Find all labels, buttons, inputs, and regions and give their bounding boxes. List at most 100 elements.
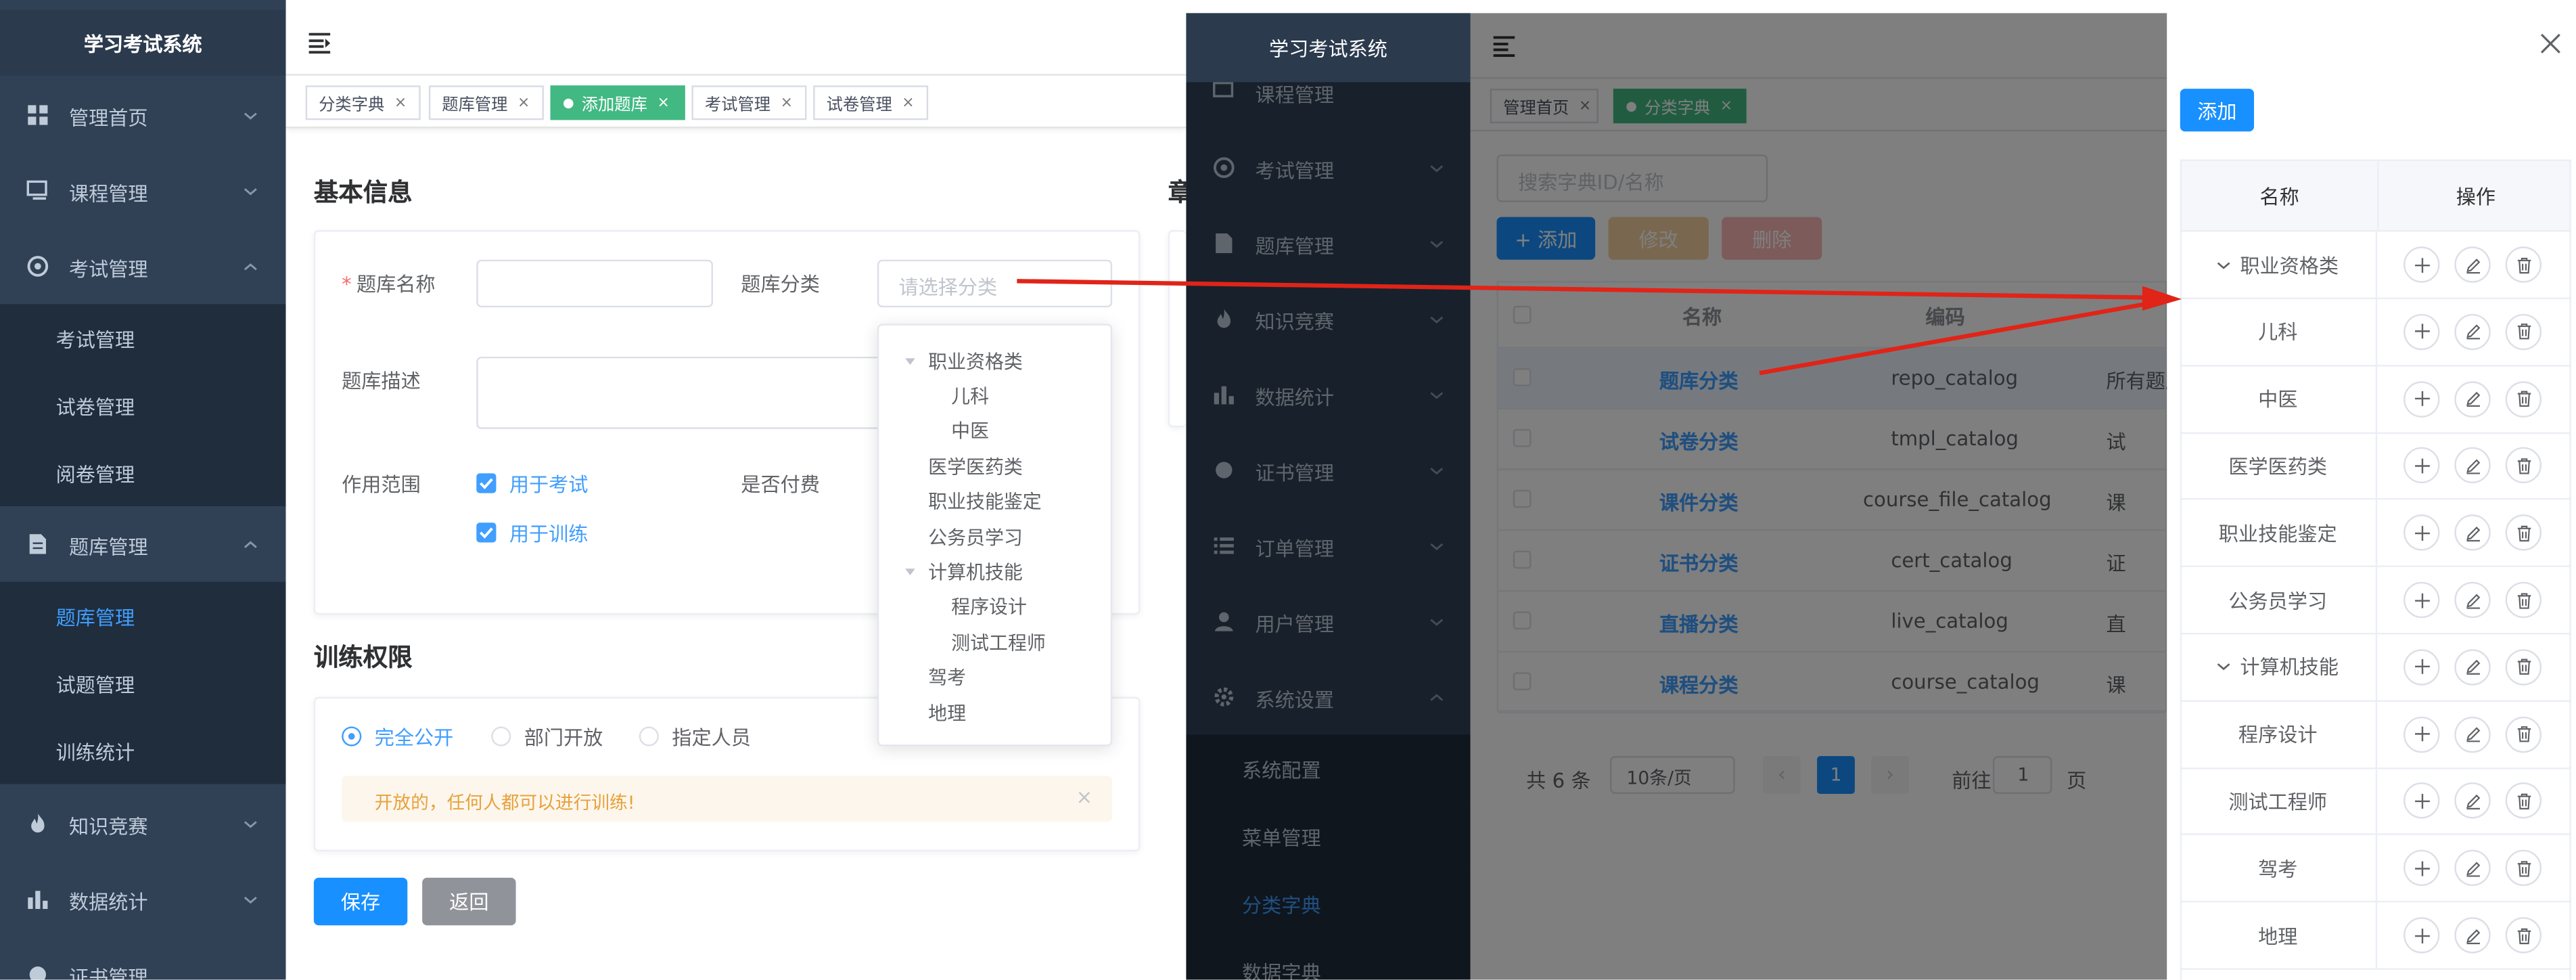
edit-button[interactable] bbox=[2454, 380, 2491, 417]
edit-button[interactable] bbox=[2454, 447, 2491, 484]
repo-name-input[interactable] bbox=[476, 259, 714, 308]
menu-item-dashboard[interactable]: 管理首页 bbox=[0, 77, 286, 153]
menu-item-stats[interactable]: 数据统计 bbox=[0, 862, 286, 937]
tree-row[interactable]: 驾考 bbox=[2180, 835, 2571, 903]
tab-exam-manage[interactable]: 考试管理 × bbox=[691, 85, 807, 120]
tree-row[interactable]: 地理 bbox=[2180, 902, 2571, 970]
dropdown-option[interactable]: 程序设计 bbox=[951, 594, 1027, 620]
tree-row[interactable]: 医学医药类 bbox=[2180, 432, 2571, 501]
dropdown-option[interactable]: 公务员学习 bbox=[928, 525, 1023, 551]
radio-department-label[interactable]: 部门开放 bbox=[524, 723, 603, 751]
close-icon[interactable]: × bbox=[1076, 786, 1092, 809]
tree-row[interactable]: 中医 bbox=[2180, 365, 2571, 434]
close-icon[interactable]: × bbox=[518, 95, 530, 111]
dropdown-option[interactable]: 计算机技能 bbox=[928, 559, 1023, 585]
dropdown-option[interactable]: 测试工程师 bbox=[951, 629, 1046, 656]
scope-train-checkbox[interactable] bbox=[476, 522, 497, 543]
add-child-button[interactable] bbox=[2404, 782, 2440, 820]
dropdown-option[interactable]: 驾考 bbox=[928, 664, 966, 690]
close-icon[interactable]: × bbox=[394, 95, 407, 111]
menu-item-exam[interactable]: 考试管理 bbox=[0, 229, 286, 305]
delete-button[interactable] bbox=[2505, 648, 2542, 686]
add-child-button[interactable] bbox=[2404, 447, 2440, 484]
close-icon[interactable]: × bbox=[781, 95, 793, 111]
scope-exam-label[interactable]: 用于考试 bbox=[509, 470, 589, 498]
add-child-button[interactable] bbox=[2404, 380, 2440, 417]
radio-department[interactable] bbox=[491, 726, 511, 747]
repo-category-select[interactable]: 请选择分类 bbox=[877, 259, 1113, 308]
add-child-button[interactable] bbox=[2404, 850, 2440, 887]
chevron-down-icon[interactable] bbox=[2217, 660, 2232, 675]
close-icon[interactable]: × bbox=[902, 95, 914, 111]
edit-button[interactable] bbox=[2454, 782, 2491, 820]
delete-button[interactable] bbox=[2505, 917, 2542, 954]
menu-item-course[interactable]: 课程管理 bbox=[0, 153, 286, 229]
tab-add-repo[interactable]: 添加题库 × bbox=[550, 85, 685, 120]
menu-item-contest[interactable]: 知识竞赛 bbox=[0, 786, 286, 862]
submenu-question-manage[interactable]: 试题管理 bbox=[0, 649, 286, 717]
close-icon[interactable]: × bbox=[657, 95, 669, 111]
add-child-button[interactable] bbox=[2404, 246, 2440, 283]
tree-row[interactable]: 计算机技能 bbox=[2180, 633, 2571, 702]
modal-overlay[interactable] bbox=[1186, 13, 2167, 980]
save-button[interactable]: 保存 bbox=[313, 877, 408, 926]
scope-train-label[interactable]: 用于训练 bbox=[509, 519, 589, 547]
add-child-button[interactable] bbox=[2404, 917, 2440, 954]
tree-row[interactable]: 儿科 bbox=[2180, 298, 2571, 367]
dropdown-option[interactable]: 医学医药类 bbox=[928, 453, 1023, 480]
dropdown-option[interactable]: 儿科 bbox=[951, 383, 989, 409]
tree-row[interactable]: 程序设计 bbox=[2180, 701, 2571, 769]
submenu-train-stats[interactable]: 训练统计 bbox=[0, 716, 286, 784]
tab-category-dict[interactable]: 分类字典× bbox=[305, 85, 421, 120]
dropdown-option[interactable]: 职业技能鉴定 bbox=[928, 488, 1042, 514]
radio-public-label[interactable]: 完全公开 bbox=[375, 723, 454, 751]
delete-button[interactable] bbox=[2505, 782, 2542, 820]
delete-button[interactable] bbox=[2505, 380, 2542, 417]
edit-button[interactable] bbox=[2454, 581, 2491, 619]
scope-exam-checkbox[interactable] bbox=[476, 473, 497, 493]
delete-button[interactable] bbox=[2505, 715, 2542, 753]
delete-button[interactable] bbox=[2505, 850, 2542, 887]
radio-specified[interactable] bbox=[639, 726, 659, 747]
caret-down-icon[interactable] bbox=[905, 569, 915, 576]
back-button[interactable]: 返回 bbox=[422, 877, 516, 926]
add-child-button[interactable] bbox=[2404, 313, 2440, 350]
chevron-down-icon[interactable] bbox=[2217, 257, 2232, 272]
menu-item-repo[interactable]: 题库管理 bbox=[0, 506, 286, 582]
delete-button[interactable] bbox=[2505, 447, 2542, 484]
delete-button[interactable] bbox=[2505, 514, 2542, 552]
edit-button[interactable] bbox=[2454, 850, 2491, 887]
submenu-grading[interactable]: 阅卷管理 bbox=[0, 439, 286, 507]
edit-button[interactable] bbox=[2454, 246, 2491, 283]
dropdown-option[interactable]: 地理 bbox=[928, 700, 966, 727]
caret-down-icon[interactable] bbox=[905, 358, 915, 365]
edit-button[interactable] bbox=[2454, 917, 2491, 954]
tree-row[interactable]: 测试工程师 bbox=[2180, 768, 2571, 836]
edit-button[interactable] bbox=[2454, 313, 2491, 350]
radio-public[interactable] bbox=[342, 726, 362, 747]
tree-row[interactable]: 职业技能鉴定 bbox=[2180, 499, 2571, 568]
add-child-button[interactable] bbox=[2404, 514, 2440, 552]
menu-item-cert[interactable]: 证书管理 bbox=[0, 937, 286, 980]
tree-row[interactable]: 公务员学习 bbox=[2180, 566, 2571, 635]
delete-button[interactable] bbox=[2505, 246, 2542, 283]
submenu-exam-manage[interactable]: 考试管理 bbox=[0, 304, 286, 372]
drawer-add-button[interactable]: 添加 bbox=[2180, 89, 2255, 132]
hamburger-icon[interactable] bbox=[308, 32, 332, 55]
edit-button[interactable] bbox=[2454, 648, 2491, 686]
tab-paper-manage[interactable]: 试卷管理 × bbox=[813, 85, 929, 120]
add-child-button[interactable] bbox=[2404, 715, 2440, 753]
tree-row[interactable]: 职业资格类 bbox=[2180, 231, 2571, 300]
edit-button[interactable] bbox=[2454, 514, 2491, 552]
close-icon[interactable] bbox=[2540, 33, 2562, 55]
delete-button[interactable] bbox=[2505, 581, 2542, 619]
repo-desc-textarea[interactable] bbox=[476, 357, 898, 429]
add-child-button[interactable] bbox=[2404, 648, 2440, 686]
tab-repo-manage[interactable]: 题库管理 × bbox=[428, 85, 544, 120]
radio-specified-label[interactable]: 指定人员 bbox=[672, 723, 751, 751]
dropdown-option[interactable]: 职业资格类 bbox=[928, 349, 1023, 375]
edit-button[interactable] bbox=[2454, 715, 2491, 753]
dropdown-option[interactable]: 中医 bbox=[951, 418, 989, 444]
delete-button[interactable] bbox=[2505, 313, 2542, 350]
add-child-button[interactable] bbox=[2404, 581, 2440, 619]
